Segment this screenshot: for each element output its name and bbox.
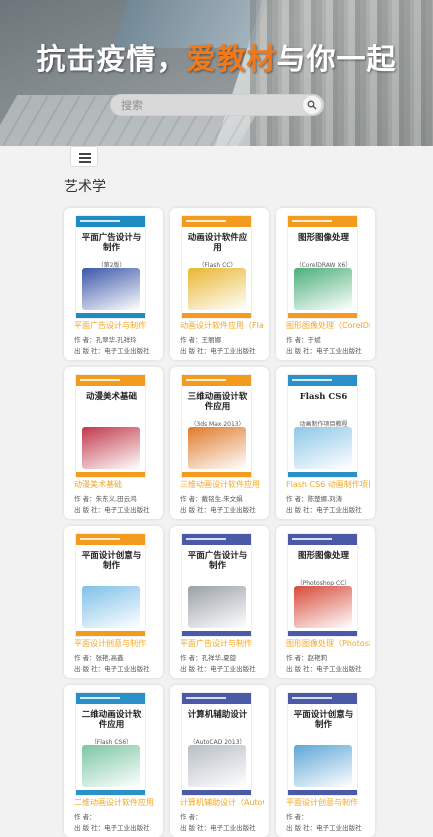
cover-title: 计算机辅助设计	[187, 710, 248, 720]
book-card[interactable]: 动画设计软件应用 （Flash CC） 动画设计软件应用（Flash CC） 作…	[170, 208, 269, 360]
cover-illustration	[82, 268, 140, 310]
cover-illustration	[188, 586, 246, 628]
cover-illustration	[188, 427, 246, 469]
book-card[interactable]: Flash CS6 动画制作项目教程 Flash CS6 动画制作项目教程 作 …	[276, 367, 375, 519]
book-cover-image[interactable]: 二维动画设计软件应用 （Flash CS6）	[75, 692, 146, 796]
cover-illustration	[188, 268, 246, 310]
book-publisher: 出 版 社：电子工业出版社	[180, 347, 256, 355]
cover-title: 平面设计创意与制作	[81, 551, 142, 571]
book-cover-image[interactable]: 平面设计创意与制作	[287, 692, 358, 796]
book-title-link[interactable]: 图形图像处理（Photoshop CC）	[286, 638, 370, 649]
book-author: 作 者：孔翠华,孔祥玲	[74, 336, 137, 344]
book-title-link[interactable]: 二维动画设计软件应用（Flash CS6）	[74, 797, 158, 808]
book-publisher: 出 版 社：电子工业出版社	[286, 347, 362, 355]
book-title-link[interactable]: 平面广告设计与制作	[74, 320, 158, 331]
book-publisher: 出 版 社：电子工业出版社	[180, 506, 256, 514]
cover-title: 平面设计创意与制作	[293, 710, 354, 730]
book-cover-image[interactable]: 动漫美术基础	[75, 374, 146, 478]
book-publisher: 出 版 社：电子工业出版社	[74, 347, 150, 355]
book-author: 作 者：	[180, 813, 202, 821]
book-title-link[interactable]: Flash CS6 动画制作项目教程	[286, 479, 370, 490]
cover-title: 图形图像处理	[297, 233, 349, 243]
book-card[interactable]: 动漫美术基础 动漫美术基础 作 者：朱东义,田云鸿 出 版 社：电子工业出版社	[64, 367, 163, 519]
cover-illustration	[82, 427, 140, 469]
book-author: 作 者：赵艳莉	[286, 654, 328, 662]
headline-pre: 抗击疫情，	[36, 42, 187, 76]
cover-title: 平面广告设计与制作	[81, 233, 142, 253]
book-title-link[interactable]: 平面广告设计与制作	[180, 638, 264, 649]
banner-headline: 抗击疫情，爱教材与你一起	[0, 36, 433, 78]
search-bar	[110, 94, 324, 116]
search-button[interactable]	[303, 96, 321, 114]
headline-post: 与你一起	[276, 42, 397, 76]
cover-title: 二维动画设计软件应用	[81, 710, 142, 730]
book-publisher: 出 版 社：电子工业出版社	[286, 824, 362, 832]
book-title-link[interactable]: 平面设计创意与制作	[286, 797, 370, 808]
book-cover-image[interactable]: 计算机辅助设计 （AutoCAD 2013）	[181, 692, 252, 796]
book-publisher: 出 版 社：电子工业出版社	[74, 506, 150, 514]
book-author: 作 者：朱东义,田云鸿	[74, 495, 137, 503]
book-card[interactable]: 图形图像处理 （Photoshop CC） 图形图像处理（Photoshop C…	[276, 526, 375, 678]
cover-title: 平面广告设计与制作	[187, 551, 248, 571]
book-card[interactable]: 平面广告设计与制作 （第2版） 平面广告设计与制作 作 者：孔翠华,孔祥玲 出 …	[64, 208, 163, 360]
cover-illustration	[294, 427, 352, 469]
cover-title: 图形图像处理	[297, 551, 349, 561]
book-card[interactable]: 图形图像处理 （CorelDRAW X6） 图形图像处理（CorelDRAW X…	[276, 208, 375, 360]
book-cover-image[interactable]: Flash CS6 动画制作项目教程	[287, 374, 358, 478]
cover-title: 三维动画设计软件应用	[187, 392, 248, 412]
book-title-link[interactable]: 三维动画设计软件应用（3ds Max 2013）	[180, 479, 264, 490]
book-title-link[interactable]: 平面设计创意与制作	[74, 638, 158, 649]
search-icon	[307, 100, 317, 110]
cover-illustration	[294, 745, 352, 787]
book-cover-image[interactable]: 三维动画设计软件应用 （3ds Max 2013）	[181, 374, 252, 478]
book-author: 作 者：	[74, 813, 96, 821]
book-cover-image[interactable]: 图形图像处理 （CorelDRAW X6）	[287, 215, 358, 319]
book-author: 作 者：张艳,高鑫	[74, 654, 124, 662]
book-publisher: 出 版 社：电子工业出版社	[180, 824, 256, 832]
book-publisher: 出 版 社：电子工业出版社	[286, 665, 362, 673]
book-author: 作 者：于斌	[286, 336, 321, 344]
book-author: 作 者：陈楚娜,刘涛	[286, 495, 343, 503]
cover-illustration	[188, 745, 246, 787]
cover-illustration	[294, 268, 352, 310]
book-title-link[interactable]: 图形图像处理（CorelDRAW X6）	[286, 320, 370, 331]
book-author: 作 者：孔祥华,夏旋	[180, 654, 237, 662]
book-cover-image[interactable]: 平面广告设计与制作	[181, 533, 252, 637]
hero-banner: 抗击疫情，爱教材与你一起	[0, 0, 433, 146]
book-title-link[interactable]: 计算机辅助设计（AutoCAD 2013）	[180, 797, 264, 808]
book-publisher: 出 版 社：电子工业出版社	[180, 665, 256, 673]
book-cover-image[interactable]: 平面广告设计与制作 （第2版）	[75, 215, 146, 319]
headline-highlight: 爱教材	[186, 42, 277, 76]
book-author: 作 者：戴铭生,朱文娟	[180, 495, 243, 503]
book-card[interactable]: 平面广告设计与制作 平面广告设计与制作 作 者：孔祥华,夏旋 出 版 社：电子工…	[170, 526, 269, 678]
book-title-link[interactable]: 动漫美术基础	[74, 479, 158, 490]
book-card[interactable]: 三维动画设计软件应用 （3ds Max 2013） 三维动画设计软件应用（3ds…	[170, 367, 269, 519]
cover-title: 动画设计软件应用	[187, 233, 248, 253]
cover-illustration	[82, 586, 140, 628]
menu-button[interactable]	[70, 146, 98, 167]
book-author: 作 者：	[286, 813, 308, 821]
book-author: 作 者：王丽娜	[180, 336, 222, 344]
book-publisher: 出 版 社：电子工业出版社	[74, 824, 150, 832]
book-publisher: 出 版 社：电子工业出版社	[286, 506, 362, 514]
book-title-link[interactable]: 动画设计软件应用（Flash CC）	[180, 320, 264, 331]
book-cover-image[interactable]: 图形图像处理 （Photoshop CC）	[287, 533, 358, 637]
book-cover-image[interactable]: 动画设计软件应用 （Flash CC）	[181, 215, 252, 319]
search-input[interactable]	[121, 97, 301, 114]
book-card[interactable]: 平面设计创意与制作 平面设计创意与制作 作 者：张艳,高鑫 出 版 社：电子工业…	[64, 526, 163, 678]
cover-illustration	[294, 586, 352, 628]
cover-title: Flash CS6	[299, 392, 348, 402]
hamburger-menu-icon	[79, 153, 91, 155]
book-publisher: 出 版 社：电子工业出版社	[74, 665, 150, 673]
book-card[interactable]: 二维动画设计软件应用 （Flash CS6） 二维动画设计软件应用（Flash …	[64, 685, 163, 837]
cover-title: 动漫美术基础	[85, 392, 137, 402]
book-card[interactable]: 平面设计创意与制作 平面设计创意与制作 作 者： 出 版 社：电子工业出版社	[276, 685, 375, 837]
cover-illustration	[82, 745, 140, 787]
section-title: 艺术学	[64, 179, 106, 195]
book-cover-image[interactable]: 平面设计创意与制作	[75, 533, 146, 637]
book-card[interactable]: 计算机辅助设计 （AutoCAD 2013） 计算机辅助设计（AutoCAD 2…	[170, 685, 269, 837]
